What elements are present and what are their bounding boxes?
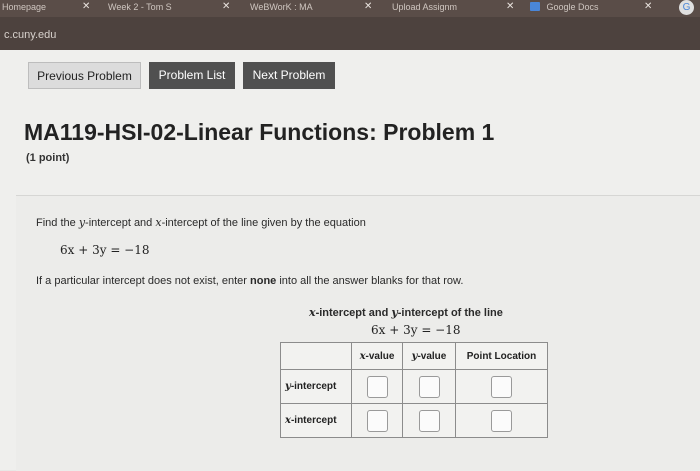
- y-intercept-y-value-input[interactable]: [418, 375, 440, 398]
- google-docs-icon: [530, 2, 540, 11]
- corner-cell: [280, 342, 352, 370]
- previous-problem-button[interactable]: Previous Problem: [28, 62, 141, 89]
- cell: [455, 369, 548, 404]
- cell: [402, 369, 456, 404]
- tab-label: Week 2 - Tom S: [108, 2, 172, 12]
- address-bar[interactable]: c.cuny.edu: [0, 17, 700, 50]
- browser-tab-bar: Homepage ✕ Week 2 - Tom S ✕ WeBWorK : MA…: [0, 0, 700, 17]
- cell: [351, 369, 403, 404]
- tab-label: Google Docs: [546, 2, 599, 12]
- x-intercept-x-value-input[interactable]: [366, 409, 388, 432]
- problem-equation: 6x + 3y = −18: [60, 243, 150, 257]
- close-icon[interactable]: ✕: [222, 1, 230, 12]
- y-intercept-x-value-input[interactable]: [366, 375, 388, 398]
- problem-body: Find the y-intercept and x-intercept of …: [16, 195, 700, 471]
- problem-list-button[interactable]: Problem List: [149, 62, 235, 89]
- tab-upload[interactable]: Upload Assignm ✕: [392, 1, 514, 12]
- tab-week[interactable]: Week 2 - Tom S ✕: [108, 1, 230, 12]
- caption-text: -intercept of the line: [397, 307, 503, 319]
- close-icon[interactable]: ✕: [644, 1, 652, 12]
- table-header-row: x-value y-value Point Location: [280, 342, 548, 370]
- header-text: -value: [365, 350, 395, 362]
- url-text: c.cuny.edu: [4, 29, 57, 41]
- page-title: MA119-HSI-02-Linear Functions: Problem 1: [24, 119, 495, 145]
- header-text: -value: [417, 350, 447, 362]
- page-content: Previous Problem Problem List Next Probl…: [0, 50, 700, 471]
- caption-equation: 6x + 3y = −18: [371, 323, 461, 337]
- close-icon[interactable]: ✕: [506, 1, 514, 12]
- tab-google-docs[interactable]: Google Docs ✕: [530, 1, 652, 12]
- tab-label: Homepage: [2, 2, 47, 12]
- table-row: x-intercept: [280, 403, 548, 438]
- tab-label: Upload Assignm: [392, 2, 458, 12]
- close-icon[interactable]: ✕: [82, 1, 90, 12]
- y-intercept-point-input[interactable]: [491, 375, 512, 398]
- caption-text: -intercept and: [315, 307, 392, 319]
- tab-label: WeBWorK : MA: [250, 2, 313, 12]
- problem-prompt: Find the y-intercept and x-intercept of …: [36, 216, 366, 229]
- note-text: into all the answer blanks for that row.: [276, 275, 464, 287]
- row-label-text: -intercept: [290, 381, 337, 392]
- note-none-keyword: none: [250, 275, 277, 287]
- prompt-text: -intercept and: [85, 217, 156, 229]
- answer-table: x-value y-value Point Location y-interce…: [280, 342, 548, 438]
- note-text: If a particular intercept does not exist…: [36, 275, 251, 287]
- prompt-text: Find the: [36, 217, 79, 229]
- tab-homepage[interactable]: Homepage ✕: [2, 1, 90, 12]
- next-problem-button[interactable]: Next Problem: [243, 62, 335, 89]
- prompt-text: -intercept of the line given by the equa…: [161, 217, 366, 229]
- row-label-y-intercept: y-intercept: [280, 369, 352, 404]
- row-label-text: -intercept: [290, 415, 337, 426]
- profile-icon[interactable]: G: [679, 0, 694, 15]
- x-intercept-y-value-input[interactable]: [418, 409, 440, 432]
- row-label-x-intercept: x-intercept: [280, 403, 352, 438]
- header-point-location: Point Location: [455, 342, 548, 370]
- header-x-value: x-value: [351, 342, 403, 370]
- problem-note: If a particular intercept does not exist…: [36, 275, 463, 287]
- table-row: y-intercept: [280, 369, 548, 404]
- table-caption: x-intercept and y-intercept of the line: [309, 306, 503, 319]
- header-y-value: y-value: [402, 342, 456, 370]
- close-icon[interactable]: ✕: [364, 1, 372, 12]
- tab-webwork[interactable]: WeBWorK : MA ✕: [250, 1, 372, 12]
- cell: [351, 403, 403, 438]
- points-label: (1 point): [26, 152, 70, 164]
- cell: [455, 403, 548, 438]
- x-intercept-point-input[interactable]: [491, 409, 512, 432]
- cell: [402, 403, 456, 438]
